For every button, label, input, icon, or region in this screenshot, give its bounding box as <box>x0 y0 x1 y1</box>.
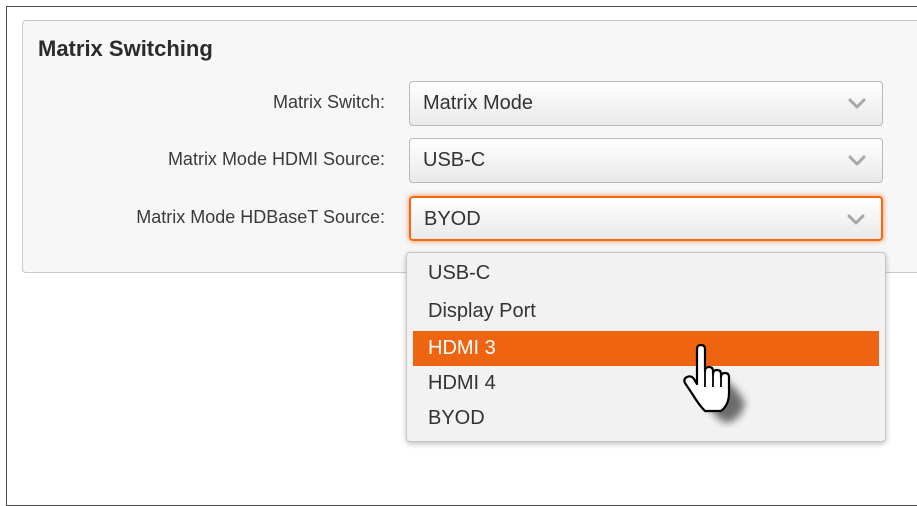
hand-pointer-icon <box>683 343 745 423</box>
hdbaset-source-label: Matrix Mode HDBaseT Source: <box>136 207 385 227</box>
matrix-switch-select[interactable]: Matrix Mode <box>409 81 883 126</box>
option-hdmi-4[interactable]: HDMI 4 <box>413 366 879 401</box>
hdmi-source-label: Matrix Mode HDMI Source: <box>167 149 385 169</box>
hdmi-source-select[interactable]: USB-C <box>409 138 883 183</box>
chevron-down-icon <box>848 155 866 166</box>
hdmi-source-value: USB-C <box>423 149 486 171</box>
chevron-down-icon <box>848 98 866 109</box>
matrix-switch-value: Matrix Mode <box>423 92 534 114</box>
option-usb-c[interactable]: USB-C <box>413 256 879 291</box>
panel-title: Matrix Switching <box>38 36 213 61</box>
hdbaset-source-select[interactable]: BYOD <box>409 196 883 241</box>
matrix-switch-label: Matrix Switch: <box>272 92 385 112</box>
hdbaset-source-value: BYOD <box>424 208 481 230</box>
chevron-down-icon <box>847 214 865 225</box>
option-display-port[interactable]: Display Port <box>413 294 879 329</box>
option-byod[interactable]: BYOD <box>413 401 879 436</box>
hdbaset-source-dropdown-list: USB-C Display Port HDMI 3 HDMI 4 BYOD <box>406 252 886 442</box>
option-hdmi-3[interactable]: HDMI 3 <box>413 331 879 366</box>
